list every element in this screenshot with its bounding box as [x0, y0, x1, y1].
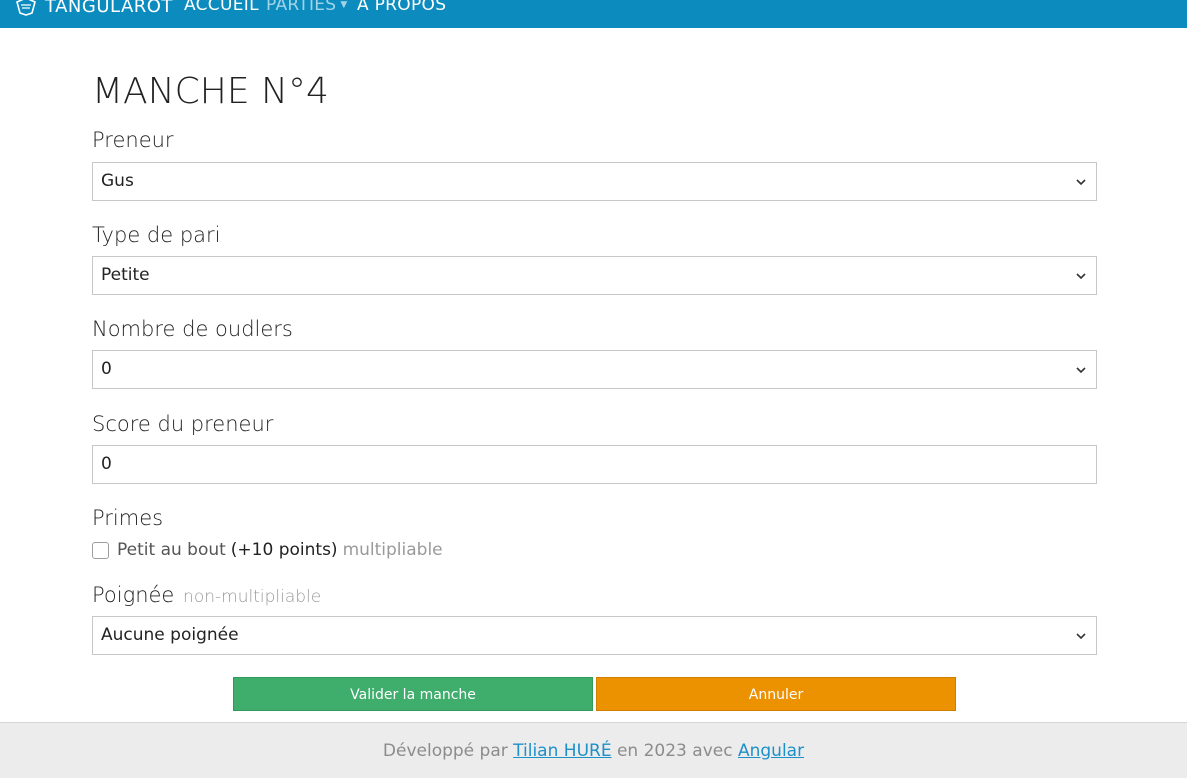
brand-link[interactable]: TANGULAROT — [14, 0, 173, 21]
preneur-label: Preneur — [92, 128, 174, 152]
type-pari-select[interactable]: Petite — [92, 256, 1097, 295]
preneur-value: Gus — [101, 171, 134, 191]
navbar: TANGULAROT ACCUEIL PARTIES ▼ À PROPOS — [0, 0, 1187, 28]
petit-au-bout-note: multipliable — [342, 540, 443, 560]
score-value: 0 — [101, 454, 112, 474]
type-pari-label: Type de pari — [92, 223, 221, 247]
nav-parties-label: PARTIES — [266, 0, 337, 15]
score-label: Score du preneur — [92, 412, 274, 436]
chevron-down-icon — [1076, 179, 1086, 186]
poignee-value: Aucune poignée — [101, 625, 239, 645]
petit-au-bout-points: (+10 points) — [230, 540, 338, 560]
poignee-label-row: Poignée non-multipliable — [92, 583, 321, 607]
nav-a-propos[interactable]: À PROPOS — [357, 0, 446, 19]
primes-label: Primes — [92, 506, 164, 530]
chevron-down-icon — [1076, 273, 1086, 280]
poignee-label: Poignée — [92, 583, 175, 607]
oudlers-select[interactable]: 0 — [92, 350, 1097, 389]
cancel-button[interactable]: Annuler — [596, 677, 956, 711]
angular-link[interactable]: Angular — [738, 741, 804, 761]
poignee-hint: non-multipliable — [183, 587, 322, 607]
chevron-down-icon — [1076, 367, 1086, 374]
author-link[interactable]: Tilian HURÉ — [513, 741, 611, 761]
validate-round-button[interactable]: Valider la manche — [233, 677, 593, 711]
petit-au-bout-checkbox[interactable] — [92, 541, 109, 559]
petit-au-bout-option[interactable]: Petit au bout (+10 points) multipliable — [92, 539, 443, 561]
nav-accueil[interactable]: ACCUEIL — [184, 0, 259, 19]
page-title: MANCHE N°4 — [92, 71, 329, 112]
brand-name: TANGULAROT — [45, 0, 173, 17]
logo-icon — [16, 0, 36, 16]
poignee-select[interactable]: Aucune poignée — [92, 616, 1097, 655]
nav-parties[interactable]: PARTIES ▼ — [266, 0, 348, 19]
preneur-select[interactable]: Gus — [92, 162, 1097, 201]
caret-down-icon: ▼ — [340, 0, 348, 10]
footer-middle: en 2023 avec — [616, 741, 733, 761]
oudlers-label: Nombre de oudlers — [92, 317, 293, 341]
type-pari-value: Petite — [101, 265, 150, 285]
oudlers-value: 0 — [101, 359, 112, 379]
footer: Développé par Tilian HURÉ en 2023 avec A… — [0, 722, 1187, 778]
petit-au-bout-label: Petit au bout — [117, 540, 226, 560]
chevron-down-icon — [1076, 633, 1086, 640]
footer-prefix: Développé par — [382, 741, 508, 761]
score-input[interactable]: 0 — [92, 445, 1097, 484]
